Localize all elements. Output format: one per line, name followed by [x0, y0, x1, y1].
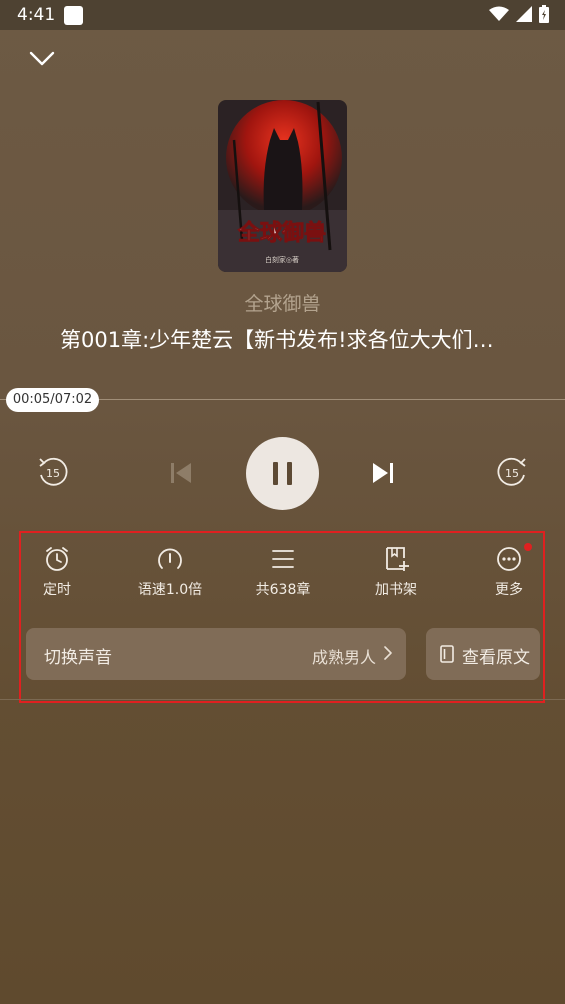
add-bookshelf-icon: [386, 547, 409, 571]
book-title: 全球御兽: [244, 293, 321, 315]
section-divider: [0, 699, 565, 700]
status-time: 4:41: [17, 5, 56, 25]
view-original-label: 查看原文: [462, 648, 530, 668]
notification-icon: [64, 6, 83, 25]
previous-chapter-button[interactable]: [169, 460, 193, 486]
fast-forward-icon: 15: [497, 457, 526, 486]
skip-next-icon: [373, 463, 393, 483]
cover-author-text: 白刻家◎著: [265, 255, 299, 264]
chapter-list-icon: [272, 550, 294, 568]
cover-title-text: 全球御兽: [237, 220, 326, 246]
svg-text:15: 15: [46, 467, 60, 480]
timer-icon: [46, 547, 68, 571]
status-icons: [489, 5, 549, 23]
document-icon: [440, 645, 454, 663]
chevron-right-icon: [384, 646, 392, 660]
svg-text:15: 15: [505, 467, 519, 480]
speed-button[interactable]: 语速1.0倍: [115, 545, 225, 605]
current-voice-value: 成熟男人: [311, 648, 376, 667]
more-icon: [497, 547, 521, 571]
timer-label: 定时: [43, 582, 71, 598]
speed-label: 语速1.0倍: [137, 582, 203, 598]
rewind-15-button[interactable]: 15: [35, 455, 69, 489]
chapter-title: 第001章:少年楚云【新书发布!求各位大大们支...: [60, 328, 510, 352]
skip-previous-icon: [171, 463, 191, 483]
add-bookshelf-label: 加书架: [375, 582, 417, 598]
next-chapter-button[interactable]: [371, 460, 395, 486]
switch-voice-button[interactable]: 切换声音 成熟男人: [26, 628, 406, 680]
status-bar: 4:41: [0, 0, 565, 30]
add-bookshelf-button[interactable]: 加书架: [341, 545, 451, 605]
more-label: 更多: [495, 582, 523, 598]
chevron-down-icon: [29, 51, 55, 66]
notification-badge: [524, 543, 532, 551]
pause-button[interactable]: [246, 437, 319, 510]
signal-icon: [516, 6, 532, 22]
wifi-icon: [489, 6, 509, 21]
chapter-list-button[interactable]: 共638章: [228, 545, 338, 605]
collapse-button[interactable]: [28, 46, 56, 70]
book-cover[interactable]: 全球御兽 白刻家◎著: [218, 100, 347, 272]
more-button[interactable]: 更多: [454, 543, 564, 605]
speed-icon: [158, 548, 182, 569]
switch-voice-label: 切换声音: [44, 648, 112, 668]
playback-time[interactable]: 00:05/07:02: [6, 388, 99, 412]
timer-button[interactable]: 定时: [2, 545, 112, 605]
pause-icon: [273, 462, 292, 485]
book-cover-image: 全球御兽 白刻家◎著: [218, 100, 347, 272]
battery-icon: [539, 5, 549, 23]
view-original-button[interactable]: 查看原文: [426, 628, 540, 680]
rewind-icon: 15: [39, 457, 68, 486]
forward-15-button[interactable]: 15: [496, 455, 530, 489]
chapter-count-label: 共638章: [255, 582, 311, 598]
